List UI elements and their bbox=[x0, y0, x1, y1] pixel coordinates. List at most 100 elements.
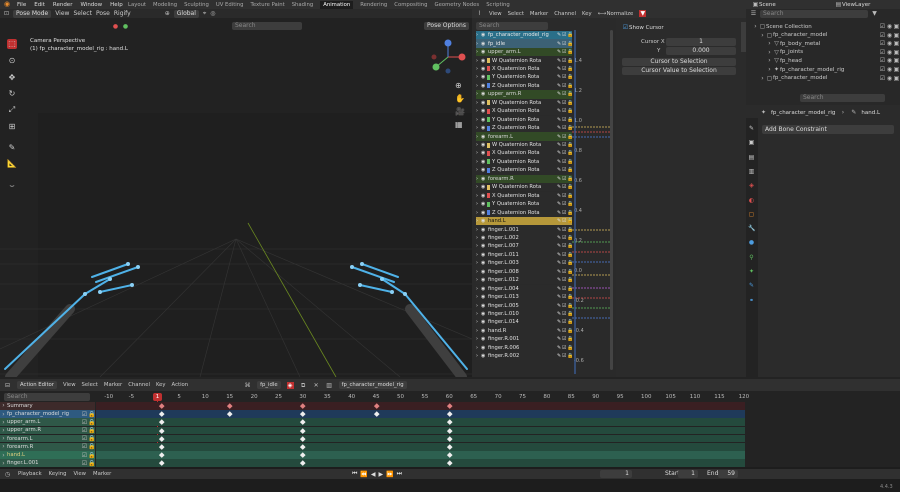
graph-channel-search[interactable]: Search bbox=[476, 22, 548, 30]
visibility-eye-icon[interactable]: ◉ bbox=[886, 40, 893, 47]
expand-arrow-icon[interactable]: › bbox=[766, 49, 773, 56]
data-tab-icon[interactable]: ✦ bbox=[748, 268, 755, 275]
ae-channel-row[interactable]: › upper_arm.R ☑ 🔒 bbox=[0, 426, 95, 435]
menu-edit[interactable]: Edit bbox=[34, 2, 45, 8]
menu-pose[interactable]: Pose bbox=[96, 10, 110, 17]
view-layer-selector[interactable]: ▤ ViewLayer bbox=[835, 1, 871, 8]
tab-geometry-nodes[interactable]: Geometry Nodes bbox=[435, 2, 480, 8]
ae-channel-row[interactable]: › fp_character_model_rig ☑ 🔒 bbox=[0, 410, 95, 418]
jump-end-icon[interactable]: ⏭ bbox=[397, 470, 402, 478]
outliner-search-2[interactable]: Search bbox=[800, 94, 885, 102]
ae-channel-row[interactable]: › forearm.L ☑ 🔒 bbox=[0, 434, 95, 443]
graph-scrollbar[interactable] bbox=[610, 30, 613, 370]
camera-render-icon[interactable]: ▣ bbox=[893, 49, 900, 56]
expand-arrow-icon[interactable]: › bbox=[0, 427, 7, 434]
graph-channel-row[interactable]: › ◉ W Quaternion Rota ✎ ☑ 🔒 bbox=[476, 56, 572, 65]
camera-render-icon[interactable]: ▣ bbox=[893, 40, 900, 47]
expand-arrow-icon[interactable]: › bbox=[0, 411, 7, 418]
ae-channel-row[interactable]: › finger.L.001 ☑ 🔒 bbox=[0, 459, 95, 468]
exclude-checkbox-icon[interactable]: ☑ bbox=[879, 32, 886, 39]
graph-editor-type-icon[interactable]: ⌇ bbox=[476, 10, 483, 17]
ae-keyframe-track[interactable] bbox=[96, 451, 745, 459]
cursor-x-field[interactable]: 1 bbox=[666, 38, 736, 46]
graph-menu-select[interactable]: Select bbox=[508, 11, 524, 17]
expand-arrow-icon[interactable]: › bbox=[0, 452, 7, 459]
graph-channel-row[interactable]: › ◉ finger.L.014 ✎ ☑ 🔒 bbox=[476, 318, 572, 327]
visibility-eye-icon[interactable]: ◉ bbox=[481, 66, 486, 72]
visibility-eye-icon[interactable]: ◉ bbox=[481, 58, 486, 64]
viewport-search[interactable]: Search bbox=[232, 22, 302, 30]
unlink-action-icon[interactable]: ✕ bbox=[313, 382, 320, 389]
graph-channel-row[interactable]: › ◉ finger.L.010 ✎ ☑ 🔒 bbox=[476, 309, 572, 319]
viewport-3d[interactable]: ⊡ Pose Mode View Select Pose Rigify ⊕ Gl… bbox=[0, 9, 472, 377]
pose-options-button[interactable]: Pose Options bbox=[424, 22, 469, 30]
graph-channel-row[interactable]: › ◉ finger.L.004 ✎ ☑ 🔒 bbox=[476, 284, 572, 293]
cursor-value-to-selection-button[interactable]: Cursor Value to Selection bbox=[622, 67, 736, 75]
graph-channel-row[interactable]: › ◉ finger.L.008 ✎ ☑ 🔒 bbox=[476, 267, 572, 276]
output-tab-icon[interactable]: ▤ bbox=[748, 154, 755, 161]
ae-keyframe-track[interactable] bbox=[96, 434, 745, 443]
current-frame-field[interactable]: 1 bbox=[600, 470, 632, 478]
visibility-eye-icon[interactable]: ◉ bbox=[481, 210, 486, 216]
modifier-tab-icon[interactable]: 🔧 bbox=[748, 225, 755, 232]
snap-icon[interactable]: ⌖ bbox=[203, 10, 206, 17]
tab-texture-paint[interactable]: Texture Paint bbox=[251, 2, 285, 8]
mode-dropdown[interactable]: Pose Mode bbox=[13, 9, 52, 18]
start-frame-field[interactable]: 1 bbox=[678, 470, 698, 478]
lock-icon[interactable]: 🔒 bbox=[88, 452, 95, 459]
view-layer-tab-icon[interactable]: ▥ bbox=[748, 168, 755, 175]
graph-filter-icon[interactable]: ▼ bbox=[639, 10, 647, 17]
checkbox-icon[interactable]: ☑ bbox=[81, 435, 88, 442]
prev-key-icon[interactable]: ⏪ bbox=[360, 471, 367, 478]
ae-menu-marker[interactable]: Marker bbox=[104, 382, 122, 388]
camera-view-icon[interactable]: 🎥 bbox=[455, 107, 465, 116]
scene-selector[interactable]: ▣ Scene bbox=[752, 1, 776, 8]
measure-tool-icon[interactable]: 📐 bbox=[7, 159, 17, 169]
graph-channel-row[interactable]: › ◉ finger.L.012 ✎ ☑ 🔒 bbox=[476, 276, 572, 285]
exclude-checkbox-icon[interactable]: ☑ bbox=[879, 40, 886, 47]
checkbox-icon[interactable]: ☑ bbox=[81, 460, 88, 467]
ae-keyframe-track[interactable] bbox=[96, 402, 745, 410]
world-tab-icon[interactable]: ◐ bbox=[748, 197, 755, 204]
exclude-checkbox-icon[interactable]: ☑ bbox=[879, 49, 886, 56]
exclude-checkbox-icon[interactable]: ☑ bbox=[879, 57, 886, 64]
tab-uv-editing[interactable]: UV Editing bbox=[216, 2, 244, 8]
ae-menu-view[interactable]: View bbox=[63, 382, 76, 388]
menu-window[interactable]: Window bbox=[80, 2, 102, 8]
tab-shading[interactable]: Shading bbox=[292, 2, 314, 8]
bone-constraint-tab-icon[interactable]: ⚭ bbox=[748, 297, 755, 304]
graph-channel-row[interactable]: › ◉ Y Quaternion Rota ✎ ☑ 🔒 bbox=[476, 157, 572, 167]
visibility-eye-icon[interactable]: ◉ bbox=[886, 49, 893, 56]
graph-menu-view[interactable]: View bbox=[489, 11, 502, 17]
lock-icon[interactable]: 🔒 bbox=[88, 419, 95, 426]
camera-render-icon[interactable]: ▣ bbox=[893, 75, 900, 82]
play-reverse-icon[interactable]: ◀ bbox=[371, 471, 376, 478]
tab-rendering[interactable]: Rendering bbox=[360, 2, 387, 8]
graph-channel-row[interactable]: › ◉ finger.L.001 ✎ ☑ 🔒 bbox=[476, 225, 572, 234]
pan-hand-icon[interactable]: ✋ bbox=[455, 94, 465, 103]
visibility-eye-icon[interactable]: ◉ bbox=[481, 100, 486, 106]
navigation-gizmo[interactable] bbox=[428, 37, 468, 77]
action-selector[interactable]: fp_idle bbox=[257, 381, 281, 389]
annotate-tool-icon[interactable]: ✎ bbox=[7, 143, 17, 153]
lock-icon[interactable]: 🔒 bbox=[88, 427, 95, 434]
outliner-filter-icon[interactable]: ▼ bbox=[871, 10, 878, 17]
new-action-icon[interactable]: ⧉ bbox=[300, 382, 307, 389]
lock-icon[interactable]: 🔒 bbox=[88, 460, 95, 467]
graph-channel-row[interactable]: › ◉ Z Quaternion Rota ✎ ☑ 🔒 bbox=[476, 81, 572, 91]
graph-channel-row[interactable]: › ◉ finger.R.002 ✎ ☑ 🔒 bbox=[476, 352, 572, 361]
menu-help[interactable]: Help bbox=[110, 2, 123, 8]
camera-render-icon[interactable]: ▣ bbox=[893, 57, 900, 64]
graph-channel-row[interactable]: › ◉ Z Quaternion Rota ✎ ☑ 🔒 bbox=[476, 208, 572, 217]
proportional-icon[interactable]: ◎ bbox=[210, 10, 215, 17]
ae-keyframe-track[interactable] bbox=[96, 443, 745, 451]
transform-orientation[interactable]: Global bbox=[173, 9, 199, 18]
menu-select[interactable]: Select bbox=[73, 10, 92, 17]
visibility-eye-icon[interactable]: ◉ bbox=[886, 57, 893, 64]
relax-pose-tool-icon[interactable]: ⌣ bbox=[7, 181, 17, 191]
checkbox-icon[interactable]: ☑ bbox=[81, 452, 88, 459]
visibility-eye-icon[interactable]: ◉ bbox=[481, 142, 486, 148]
overlay-icon[interactable]: ● bbox=[112, 23, 119, 30]
graph-channel-row[interactable]: › ◉ Y Quaternion Rota ✎ ☑ 🔒 bbox=[476, 73, 572, 82]
lock-icon[interactable]: 🔒 bbox=[88, 411, 95, 418]
